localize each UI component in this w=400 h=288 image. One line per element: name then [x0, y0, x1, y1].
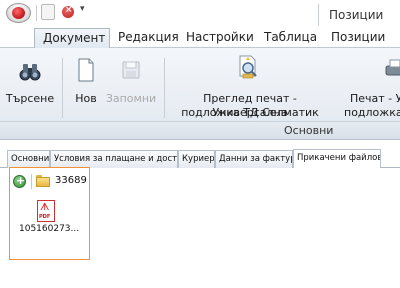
search-button-label: Търсене: [5, 92, 55, 105]
context-tab-header: Позиции: [318, 4, 400, 26]
qat-separator: [36, 5, 37, 21]
tab-courier[interactable]: Куриер: [178, 150, 215, 168]
printer-icon: [385, 59, 400, 76]
tab-invoice-data[interactable]: Данни за фактура: [215, 150, 293, 168]
application-menu-button[interactable]: [0, 0, 36, 26]
context-tab-label: Позиции: [329, 8, 384, 22]
ribbon-panel: Търсене Нов Запомни Преглед печат - Унив…: [0, 48, 400, 140]
qat-new-document-icon[interactable]: [41, 4, 55, 20]
save-button[interactable]: Запомни: [104, 52, 158, 120]
tab-edit[interactable]: Редакция: [116, 28, 179, 48]
tab-attached-files[interactable]: Прикачени файлове: [293, 149, 381, 168]
save-disk-icon: [122, 61, 140, 79]
ribbon-separator: [164, 58, 165, 118]
binoculars-icon: [19, 64, 41, 81]
search-button[interactable]: Търсене: [4, 52, 56, 120]
print-label-line2: подложка: [344, 106, 400, 119]
attachment-file-item[interactable]: ᗑ PDF 105160273...: [16, 200, 86, 240]
save-button-label: Запомни: [105, 92, 157, 105]
pdf-file-icon: ᗑ PDF: [37, 200, 55, 222]
print-preview-label-line2: подложка ТД Селматик: [181, 106, 319, 119]
ribbon-group-label: Основни: [284, 124, 334, 137]
tab-payment-delivery[interactable]: Условия за плащане и доставка: [50, 150, 178, 168]
tab-main[interactable]: Основни: [7, 150, 50, 168]
qat-customize-dropdown-icon[interactable]: ▾: [80, 4, 90, 20]
new-document-icon: [78, 58, 94, 82]
add-attachment-button[interactable]: +: [13, 174, 26, 188]
print-button[interactable]: Печат - У подложка: [344, 52, 400, 120]
attachment-file-name: 105160273...: [19, 224, 80, 234]
new-button[interactable]: Нов: [68, 52, 104, 120]
ribbon-group-label-bar: Основни: [0, 121, 400, 139]
attachments-toolbar: + 33689: [9, 172, 94, 192]
folder-name[interactable]: 33689: [55, 175, 87, 186]
title-bar: × ▾ Позиции: [0, 0, 400, 26]
print-preview-icon: [239, 55, 257, 79]
ribbon-tab-row: Документ Редакция Настройки Таблица Пози…: [0, 26, 400, 49]
print-label-line1: Печат - У: [350, 92, 400, 105]
toolbar-separator: [31, 174, 32, 189]
ribbon-separator: [62, 58, 63, 118]
qat-close-icon[interactable]: ×: [62, 5, 74, 18]
tab-table[interactable]: Таблица: [264, 28, 320, 48]
folder-icon: [36, 175, 50, 187]
app-orb-icon: [6, 3, 31, 23]
tab-document[interactable]: Документ: [34, 28, 110, 49]
document-tab-strip: Основни Условия за плащане и доставка Ку…: [0, 148, 400, 168]
tab-settings[interactable]: Настройки: [186, 28, 256, 48]
tab-positions[interactable]: Позиции: [331, 28, 391, 48]
new-button-label: Нов: [75, 92, 97, 105]
print-preview-button[interactable]: Преглед печат - Универсална подложка ТД …: [168, 52, 332, 120]
